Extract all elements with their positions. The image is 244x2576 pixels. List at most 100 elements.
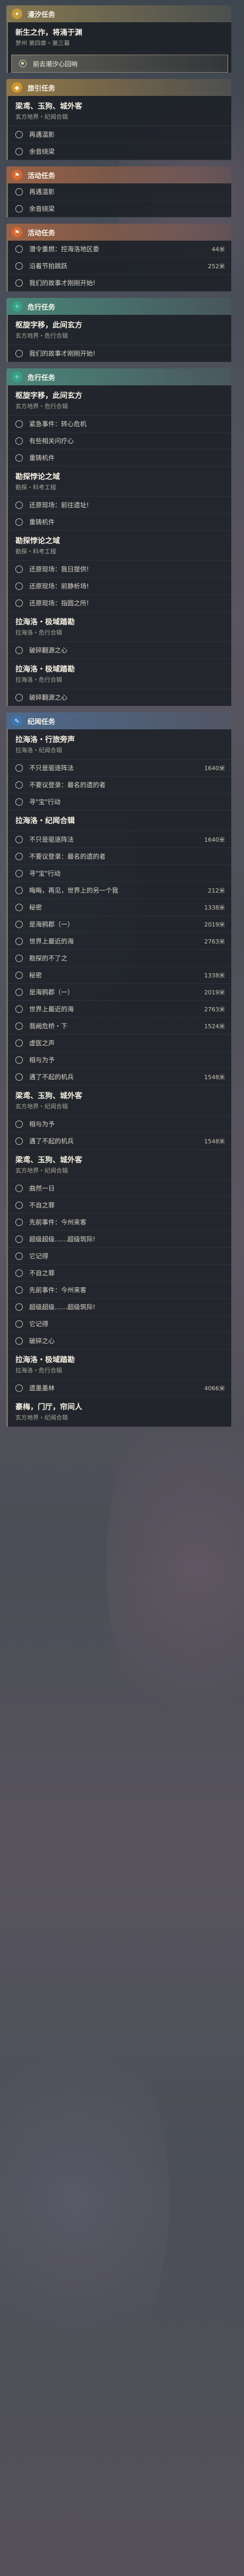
quest-step[interactable]: 潜令重燃：控海洛地区委 44米 <box>8 241 231 258</box>
quest-title-block[interactable]: 拉海洛・极域踏勘 拉海洛・危行合辑 <box>8 1349 231 1380</box>
quest-step-text: 重铸机件 <box>29 518 55 526</box>
quest-step-text: 我们的故事才刚刚开始! <box>29 350 95 357</box>
quest-step[interactable]: 不要议登录：最名的遗的者 <box>8 777 231 793</box>
quest-step[interactable]: 超级超级……超级筑际! <box>8 1299 231 1316</box>
quest-step[interactable]: 秘密 1338米 <box>8 899 231 916</box>
quest-step[interactable]: 勘探的不了之 <box>8 950 231 967</box>
quest-title-block[interactable]: 枢旋字移，此间玄方 玄方地界・危行合辑 <box>8 315 231 345</box>
quest-title-block[interactable]: 新生之作，将涌于渊 梦州 第四章・第三幕 <box>8 22 231 52</box>
quest-step-distance: 2763米 <box>204 1005 225 1013</box>
background-glow <box>106 1378 244 1749</box>
quest-step[interactable]: 相与为予 <box>8 1116 231 1133</box>
quest-step[interactable]: 寻"宝"行动 <box>8 793 231 810</box>
quest-title-block[interactable]: 梁鸢、玉狗、城外客 玄方地界・纪闻合辑 <box>8 1150 231 1180</box>
section-header[interactable]: ✎ 纪闻任务 <box>6 712 231 729</box>
quest-title-block[interactable]: 豪梅，门厅，帘间人 玄方地界・纪闻合辑 <box>8 1397 231 1427</box>
quest-step[interactable]: 它记得 <box>8 1316 231 1333</box>
circle-icon <box>15 988 23 996</box>
section-header[interactable]: ✧ 危行任务 <box>6 298 231 315</box>
quest-step[interactable]: 是海鸦郡（一） 2019米 <box>8 916 231 933</box>
quest-step[interactable]: 遇了不起的机兵 1548米 <box>8 1133 231 1150</box>
quest-step[interactable]: 是海鸦郡（一） 2019米 <box>8 984 231 1001</box>
quest-title-block[interactable]: 勘探悖论之域 勘探・科考工程 <box>8 466 231 497</box>
circle-icon <box>15 130 23 138</box>
circle-icon <box>15 937 23 945</box>
quest-step[interactable]: 遇了不起的机兵 1548米 <box>8 1069 231 1086</box>
quest-subtitle: 玄方地界・纪闻合辑 <box>15 1103 68 1110</box>
quest-step[interactable]: 还原现场：前往遗址! <box>8 497 231 514</box>
quest-step[interactable]: 曲然一日 <box>8 1180 231 1197</box>
quest-step[interactable]: 虚医之声 <box>8 1035 231 1052</box>
quest-step[interactable]: 不自之罪 <box>8 1265 231 1282</box>
quest-title-block[interactable]: 拉海洛・极域踏勘 拉海洛・危行合辑 <box>8 612 231 642</box>
circle-icon <box>15 147 23 155</box>
section-header-label: 活动任务 <box>28 229 56 237</box>
quest-title-block[interactable]: 拉海洛・纪闻合辑 <box>8 810 231 831</box>
section-body: 梁鸢、玉狗、城外客 玄方地界・纪闻合辑 再遇温影 余音绕梁 <box>6 96 231 160</box>
quest-step[interactable]: 重铸机件 <box>8 449 231 466</box>
star-icon: ✦ <box>12 8 22 19</box>
section-header[interactable]: ✧ 危行任务 <box>6 368 231 385</box>
circle-icon <box>15 1320 23 1328</box>
quest-title-block[interactable]: 梁鸢、玉狗、城外客 玄方地界・纪闻合辑 <box>8 1086 231 1116</box>
quest-step[interactable]: 还原现场：我日提供! <box>8 561 231 578</box>
quest-step[interactable]: 破碎翻源之心 <box>8 689 231 706</box>
quest-step[interactable]: 重铸机件 <box>8 514 231 531</box>
quest-step[interactable]: 翡阙危桥・下 1524米 <box>8 1018 231 1035</box>
quest-step-text: 遗墨墨林 <box>29 1384 55 1392</box>
quest-step-text: 先前事件：今州来客 <box>29 1219 87 1226</box>
quest-step[interactable]: 晦晦，再见，世界上的另一个我 212米 <box>8 882 231 899</box>
quest-step-distance: 1338米 <box>204 904 225 911</box>
quest-step[interactable]: 秘密 1338米 <box>8 967 231 984</box>
section-header[interactable]: ✦ 漫汐任务 <box>6 5 231 22</box>
quest-step-distance: 2763米 <box>204 938 225 945</box>
quest-step[interactable]: 寻"宝"行动 <box>8 865 231 882</box>
quest-step[interactable]: 它记得 <box>8 1248 231 1265</box>
quest-section: ✧ 危行任务 枢旋字移，此间玄方 玄方地界・危行合辑 紧急事件：转心危机 有些相关问疗心重… <box>6 368 231 706</box>
quest-step[interactable]: 先前事件：今州来客 <box>8 1282 231 1299</box>
quest-step-text: 还原现场：我日提供! <box>29 566 89 573</box>
quest-step[interactable]: 再遇温影 <box>8 126 231 143</box>
quest-step[interactable]: 破碎翻源之心 <box>8 642 231 659</box>
section-header[interactable]: ⚑ 活动任务 <box>6 166 231 183</box>
quest-step[interactable]: 世界上最近的海 2763米 <box>8 1001 231 1018</box>
quest-step[interactable]: 再遇温影 <box>8 183 231 200</box>
quest-step-distance: 212米 <box>208 887 225 894</box>
quest-step[interactable]: 余音绕梁 <box>8 143 231 160</box>
quest-step[interactable]: 还原现场：指圆之所! <box>8 595 231 612</box>
quest-step[interactable]: 不只是驱逐阵法 1640米 <box>8 760 231 777</box>
section-header[interactable]: ◆ 旅引任务 <box>6 79 231 96</box>
quest-step[interactable]: 有些相关问疗心 <box>8 433 231 449</box>
section-body: 新生之作，将涌于渊 梦州 第四章・第三幕前去潮汐心回响 <box>6 22 231 73</box>
quest-step[interactable]: 不要议登录：最名的遗的者 <box>8 848 231 865</box>
quest-title-block[interactable]: 枢旋字移，此间玄方 玄方地界・危行合辑 <box>8 385 231 416</box>
quest-step[interactable]: 还原现场：前静析场! <box>8 578 231 595</box>
quest-subtitle: 拉海洛・危行合辑 <box>15 676 62 683</box>
quest-step[interactable]: 我们的故事才刚刚开始! <box>8 345 231 362</box>
quest-title-block[interactable]: 勘探悖论之域 勘探・科考工程 <box>8 531 231 561</box>
quest-step[interactable]: 相与为予 <box>8 1052 231 1069</box>
quest-step[interactable]: 不自之罪 <box>8 1197 231 1214</box>
quest-step[interactable]: 世界上最近的海 2763米 <box>8 933 231 950</box>
section-body: 潜令重燃：控海洛地区委 44米 沿着节拍跳跃 252米 我们的故事才刚刚开始! <box>6 241 231 292</box>
quest-title-block[interactable]: 梁鸢、玉狗、城外客 玄方地界・纪闻合辑 <box>8 96 231 126</box>
quest-step[interactable]: 超级超级……超级筑际! <box>8 1231 231 1248</box>
quest-step[interactable]: 先前事件：今州来客 <box>8 1214 231 1231</box>
quest-step[interactable]: 紧急事件：转心危机 <box>8 416 231 433</box>
section-header-label: 漫汐任务 <box>28 11 56 19</box>
quest-step[interactable]: 前去潮汐心回响 <box>11 55 228 73</box>
quest-step[interactable]: 破碎之心 <box>8 1333 231 1349</box>
quest-title-block[interactable]: 拉海洛・极域踏勘 拉海洛・危行合辑 <box>8 659 231 689</box>
quest-name: 勘探悖论之域 <box>15 473 60 481</box>
section-header-label: 危行任务 <box>28 374 56 382</box>
quest-step[interactable]: 沿着节拍跳跃 252米 <box>8 258 231 275</box>
section-header[interactable]: ⚑ 活动任务 <box>6 224 231 241</box>
quest-name: 新生之作，将涌于渊 <box>15 29 82 37</box>
quest-step[interactable]: 不只是驱逐阵法 1640米 <box>8 831 231 848</box>
quest-step[interactable]: 遗墨墨林 4066米 <box>8 1380 231 1397</box>
quest-step-text: 沿着节拍跳跃 <box>29 262 68 270</box>
quest-step[interactable]: 我们的故事才刚刚开始! <box>8 275 231 292</box>
quest-title-block[interactable]: 拉海洛・行旅旁声 拉海洛・纪闻合辑 <box>8 729 231 760</box>
quest-step[interactable]: 余音绕梁 <box>8 200 231 217</box>
quest-name: 拉海洛・极域踏勘 <box>15 618 75 627</box>
